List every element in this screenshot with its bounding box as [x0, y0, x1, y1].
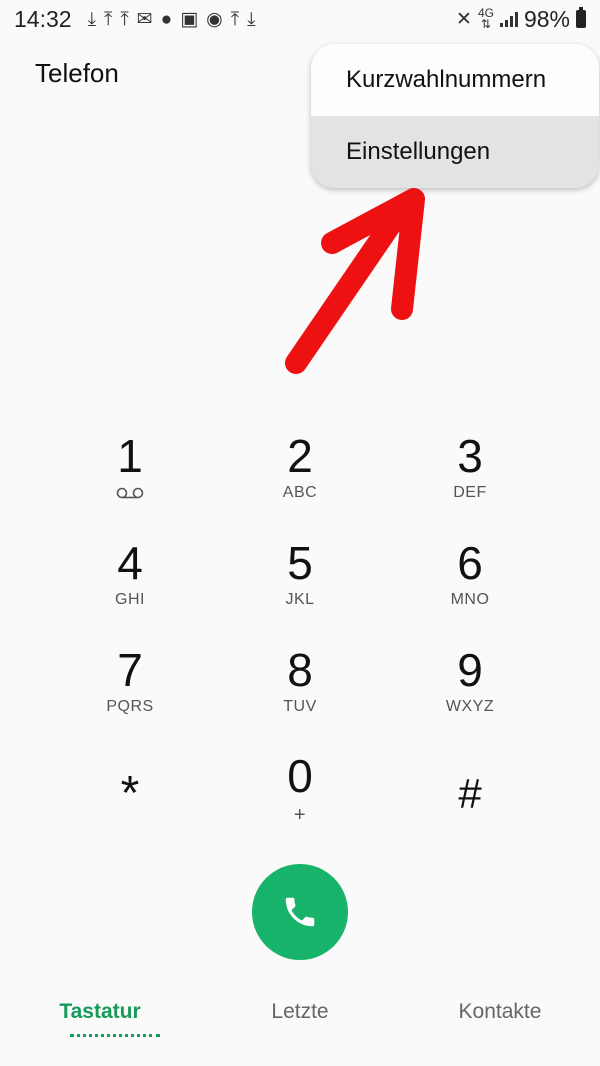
bottom-tabs: Tastatur Letzte Kontakte: [0, 1000, 600, 1050]
key-8[interactable]: 8 TUV: [215, 644, 385, 744]
key-letters: DEF: [453, 484, 487, 501]
key-digit: *: [120, 767, 140, 820]
key-digit: 5: [287, 537, 313, 589]
network-type: 4G ⇅: [477, 6, 494, 31]
key-letters: PQRS: [106, 698, 154, 715]
overflow-menu: Kurzwahlnummern Einstellungen: [311, 44, 599, 188]
call-button[interactable]: [252, 864, 348, 960]
page-title: Telefon: [35, 58, 119, 88]
key-digit: 6: [457, 537, 483, 589]
annotation-arrow: [285, 188, 425, 374]
mute-icon: ✕: [456, 8, 472, 30]
keyhole-icon: ●: [160, 8, 173, 30]
status-left: 14:32 ⤓ ⤒ ⤒ ✉ ● ▣ ◉ ⤒ ⤓: [14, 6, 256, 33]
key-0[interactable]: 0 +: [215, 750, 385, 850]
key-digit: 7: [117, 644, 143, 696]
voicemail-icon: [45, 486, 215, 504]
key-5[interactable]: 5 JKL: [215, 537, 385, 637]
key-digit: 1: [117, 430, 143, 482]
battery-icon: [576, 7, 586, 28]
status-bar: 14:32 ⤓ ⤒ ⤒ ✉ ● ▣ ◉ ⤒ ⤓ ✕ 4G ⇅ 98%: [0, 0, 600, 38]
key-letters: GHI: [115, 591, 145, 608]
tab-letzte[interactable]: Letzte: [200, 1000, 400, 1050]
key-letters: MNO: [450, 591, 490, 608]
key-digit: #: [458, 770, 482, 817]
status-time: 14:32: [14, 5, 72, 32]
key-hash[interactable]: #: [385, 768, 555, 868]
key-7[interactable]: 7 PQRS: [45, 644, 215, 744]
signal-icon: [499, 11, 518, 27]
upload-icon: ⤒: [120, 8, 129, 30]
mail-icon: ✉: [136, 8, 153, 30]
key-letters: TUV: [283, 698, 317, 715]
key-digit: 2: [287, 430, 313, 482]
download-icon: ⤓: [87, 8, 96, 30]
image-icon: ▣: [180, 8, 199, 30]
key-letters: WXYZ: [445, 698, 495, 715]
battery-percent: 98%: [523, 5, 570, 32]
key-digit: 8: [287, 644, 313, 696]
key-digit: 4: [117, 537, 143, 589]
menu-item-einstellungen[interactable]: Einstellungen: [311, 116, 599, 188]
key-1[interactable]: 1: [45, 430, 215, 530]
upload-icon: ⤒: [103, 8, 113, 30]
key-3[interactable]: 3 DEF: [385, 430, 555, 530]
phone-icon: [285, 897, 315, 927]
download-icon: ⤓: [247, 8, 256, 30]
status-right: ✕ 4G ⇅ 98%: [456, 6, 586, 33]
wifi-icon: ◉: [206, 8, 223, 30]
key-9[interactable]: 9 WXYZ: [385, 644, 555, 744]
key-letters: +: [293, 804, 307, 826]
menu-item-kurzwahlnummern[interactable]: Kurzwahlnummern: [311, 44, 599, 116]
tab-tastatur[interactable]: Tastatur: [0, 1000, 200, 1050]
key-digit: 9: [457, 644, 483, 696]
key-star[interactable]: *: [45, 768, 215, 868]
key-digit: 0: [287, 750, 313, 802]
key-letters: JKL: [285, 591, 315, 608]
key-4[interactable]: 4 GHI: [45, 537, 215, 637]
key-2[interactable]: 2 ABC: [215, 430, 385, 530]
upload-icon: ⤒: [230, 8, 240, 30]
key-6[interactable]: 6 MNO: [385, 537, 555, 637]
key-letters: ABC: [282, 484, 318, 501]
tab-kontakte[interactable]: Kontakte: [400, 1000, 600, 1050]
key-digit: 3: [457, 430, 483, 482]
